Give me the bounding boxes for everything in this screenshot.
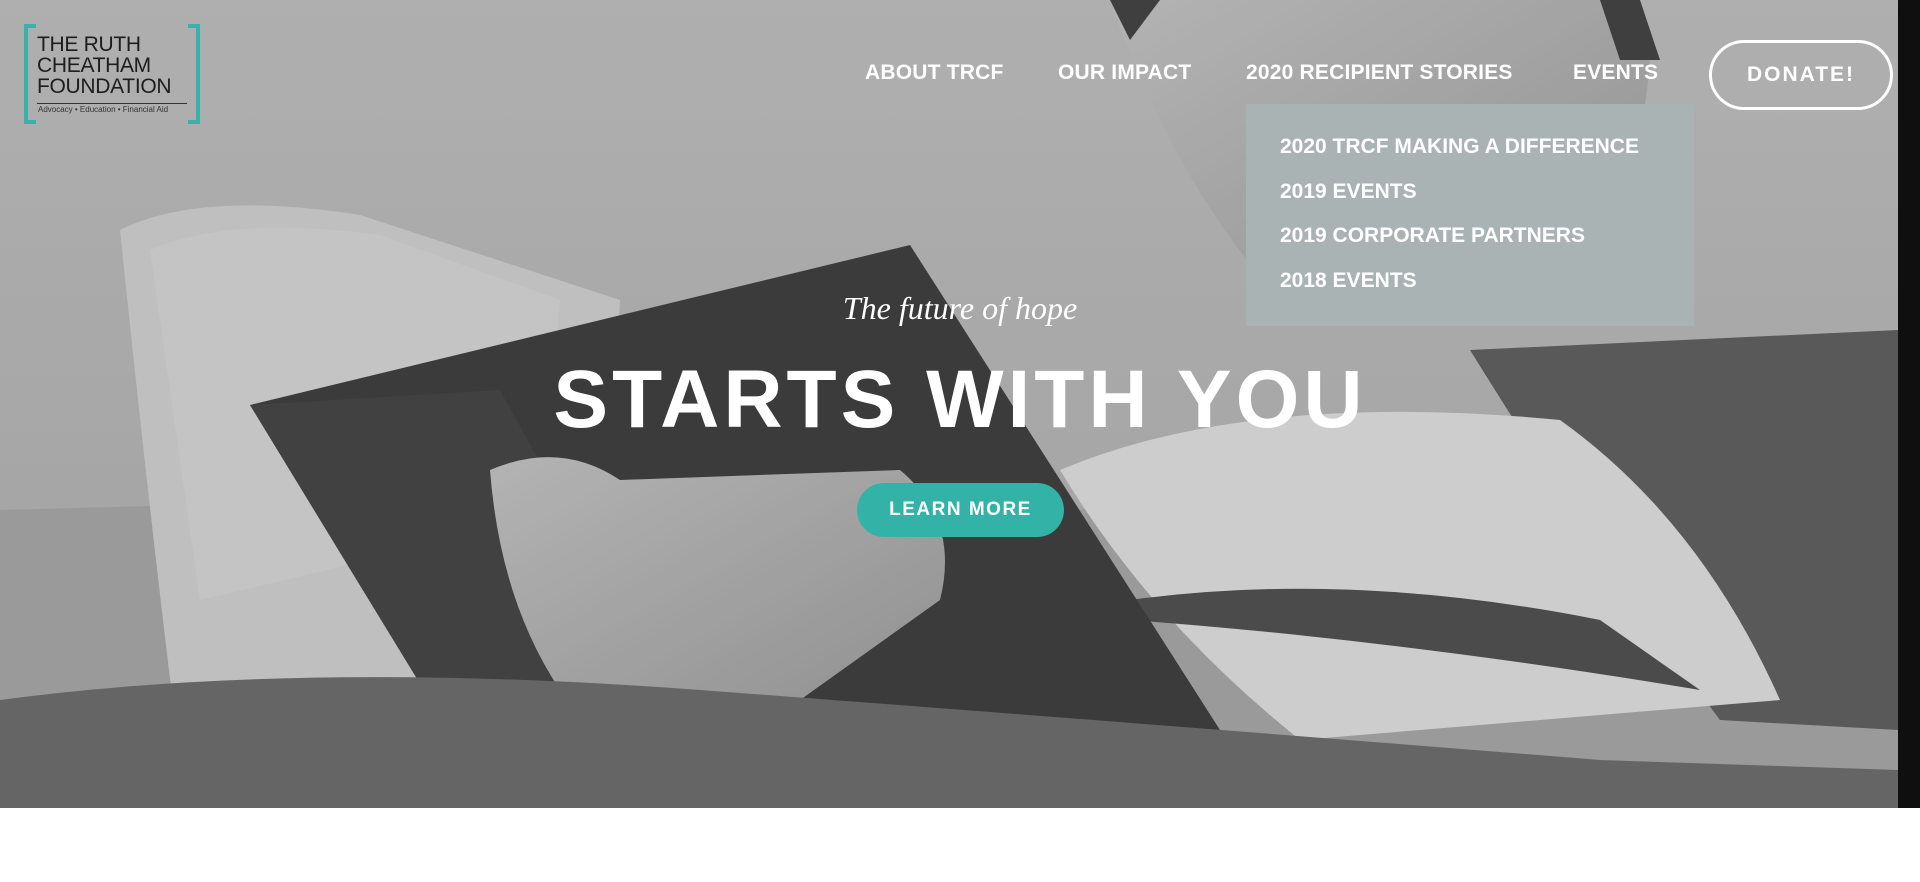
nav-item-impact[interactable]: OUR IMPACT	[1058, 61, 1191, 85]
logo-line-1: THE RUTH	[37, 33, 141, 56]
main-nav: ABOUT TRCF OUR IMPACT 2020 RECIPIENT STO…	[0, 61, 1920, 91]
dropdown-item-2019-events[interactable]: 2019 EVENTS	[1280, 180, 1417, 204]
hero-kicker: The future of hope	[842, 290, 1078, 326]
logo-rule	[37, 103, 187, 104]
hero-headline: STARTS WITH YOU	[553, 354, 1367, 445]
nav-item-about[interactable]: ABOUT TRCF	[865, 61, 1003, 85]
logo-tagline: Advocacy • Education • Financial Aid	[38, 105, 169, 114]
dropdown-item-2019-corporate-partners[interactable]: 2019 CORPORATE PARTNERS	[1280, 224, 1585, 248]
nav-item-recipient-stories[interactable]: 2020 RECIPIENT STORIES	[1246, 61, 1513, 85]
nav-item-events[interactable]: EVENTS	[1573, 61, 1658, 85]
dropdown-item-making-a-difference[interactable]: 2020 TRCF MAKING A DIFFERENCE	[1280, 135, 1639, 159]
donate-button[interactable]: DONATE!	[1709, 40, 1893, 110]
learn-more-button[interactable]: LEARN MORE	[857, 483, 1064, 537]
